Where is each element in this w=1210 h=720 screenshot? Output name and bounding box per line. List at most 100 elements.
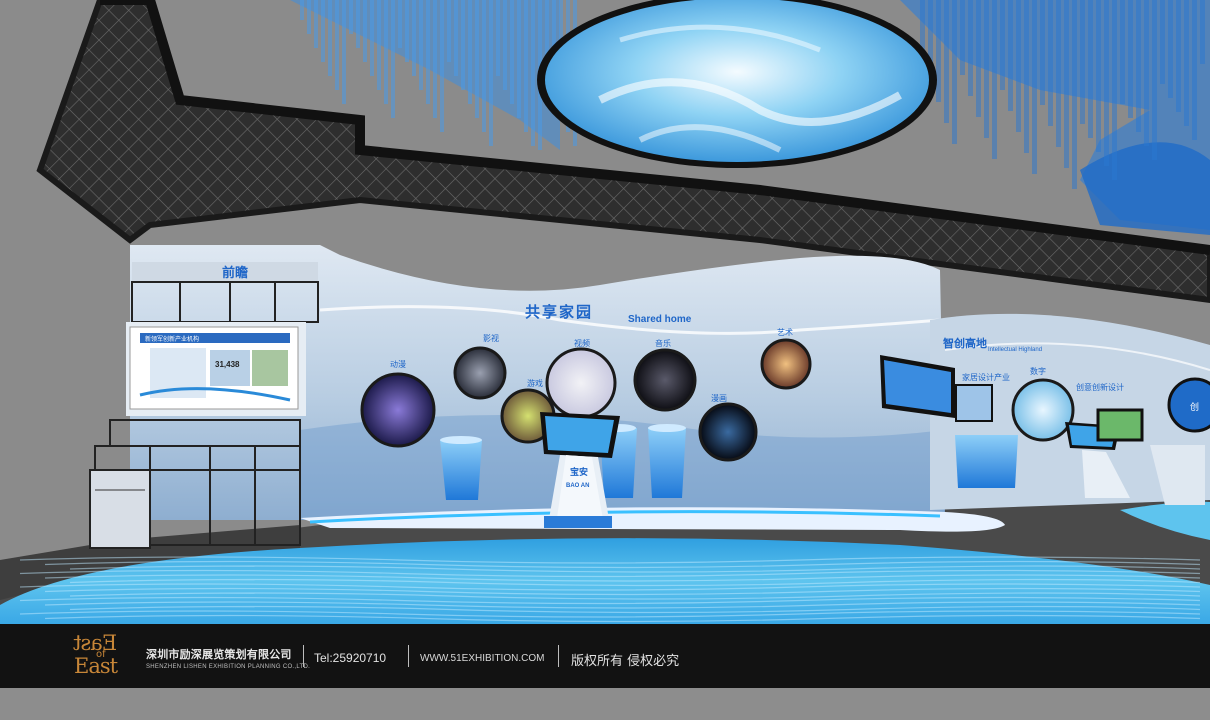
tube-strand (1016, 0, 1021, 132)
tube-strand (426, 0, 430, 104)
tube-strand (489, 0, 493, 146)
tube-strand (328, 0, 332, 76)
display-circle (1011, 378, 1075, 442)
tube-strand (1032, 0, 1037, 174)
tube-strand (475, 0, 479, 118)
display-circle (698, 402, 758, 462)
tube-strand (984, 0, 989, 138)
tube-strand (419, 0, 423, 90)
tube-strand (314, 0, 318, 48)
exhibition-scene: 前瞻 新领军创新产业机构 31,438 共享家园 Shared home 智创高… (0, 0, 1210, 624)
tube-strand (968, 0, 973, 96)
company-name-cn: 深圳市励深展览策划有限公司 (146, 648, 292, 661)
tube-strand (321, 0, 325, 62)
tube-strand (517, 0, 521, 118)
website-link[interactable]: WWW.51EXHIBITION.COM (420, 653, 544, 664)
tube-strand (496, 0, 500, 76)
tube-strand (510, 0, 514, 104)
tube-strand (461, 0, 465, 90)
circle-label: 数字 (1030, 366, 1046, 376)
tube-strand (363, 0, 367, 62)
display-circle (360, 372, 436, 448)
tube-strand (440, 0, 444, 132)
tube-strand (960, 0, 965, 75)
tube-strand (468, 0, 472, 104)
company-info: 深圳市励深展览策划有限公司 SHENZHEN LISHEN EXHIBITION… (146, 646, 310, 670)
display-circle (760, 338, 812, 390)
tube-strand (482, 0, 486, 132)
tube-strand (1008, 0, 1013, 111)
circle-label: 影视 (483, 333, 499, 343)
tube-strand (524, 0, 528, 132)
zone-right-subtitle: Intellectual Highland (988, 347, 1042, 353)
footer-divider (558, 645, 559, 667)
circle-label: 视频 (574, 338, 590, 348)
tube-strand (384, 0, 388, 104)
display-circle (453, 346, 507, 400)
design-label: 家居设计产业 (962, 372, 1010, 382)
tube-strand (405, 0, 409, 62)
ceiling-sky-disk (537, 0, 937, 168)
footer-divider (408, 645, 409, 667)
tube-strand (976, 0, 981, 117)
tube-strand (1120, 0, 1125, 104)
tube-strand (1056, 0, 1061, 147)
tube-strand (433, 0, 437, 118)
tube-strand (335, 0, 339, 90)
display-circle (545, 347, 617, 419)
tube-strand (356, 0, 360, 48)
tube-strand (454, 0, 458, 76)
bottom-strip (0, 688, 1210, 720)
tube-strand (992, 0, 997, 159)
copyright-notice: 版权所有 侵权必究 (571, 654, 680, 669)
edge-label: 创 (1190, 401, 1199, 413)
tube-strand (1088, 0, 1093, 138)
circle-label: 漫画 (711, 393, 727, 403)
tube-strand (1136, 0, 1141, 132)
tube-strand (377, 0, 381, 90)
tube-strand (307, 0, 311, 34)
tube-strand (398, 0, 402, 48)
tube-strand (936, 0, 941, 102)
tube-strand (1200, 0, 1205, 64)
phone-number: Tel:25920710 (314, 651, 387, 665)
creative-label: 创意创新设计 (1076, 382, 1124, 392)
tube-strand (1112, 0, 1117, 180)
tube-strand (1080, 0, 1085, 124)
screen-title: 新领军创新产业机构 (145, 335, 199, 343)
tube-strand (1144, 0, 1149, 146)
left-panel-header: 前瞻 (222, 265, 248, 281)
tube-strand (1168, 0, 1173, 98)
tube-strand (349, 0, 353, 34)
tube-strand (342, 0, 346, 104)
tube-strand (1064, 0, 1069, 168)
tube-strand (1048, 0, 1053, 126)
tube-strand (1128, 0, 1133, 118)
zone-main-title: 共享家园 (525, 303, 593, 321)
tube-strand (952, 0, 957, 144)
zone-right-title: 智创高地 (943, 336, 987, 350)
tube-strand (1152, 0, 1157, 160)
display-circle (633, 348, 697, 412)
brand-logo: East of East (74, 631, 134, 682)
tube-strand (1040, 0, 1045, 105)
tube-strand (412, 0, 416, 76)
kiosk-label: 宝安 (570, 466, 588, 478)
tube-strand (1184, 0, 1189, 126)
circle-label: 艺术 (777, 327, 793, 337)
tube-strand (447, 0, 451, 62)
exhibition-rendering: 前瞻 新领军创新产业机构 31,438 共享家园 Shared home 智创高… (0, 0, 1210, 720)
tube-strand (531, 0, 535, 146)
footer-bar: East of East 深圳市励深展览策划有限公司 SHENZHEN LISH… (0, 624, 1210, 688)
tube-strand (370, 0, 374, 76)
circle-label: 音乐 (655, 338, 671, 348)
tube-strand (391, 0, 395, 118)
tube-strand (300, 0, 304, 20)
screen-value: 31,438 (215, 360, 240, 369)
zone-main-subtitle: Shared home (628, 314, 692, 325)
tube-strand (1104, 0, 1109, 166)
logo-east-bottom: East (74, 654, 118, 678)
tube-strand (1096, 0, 1101, 152)
circle-label: 游戏 (527, 378, 543, 388)
tube-strand (1072, 0, 1077, 189)
